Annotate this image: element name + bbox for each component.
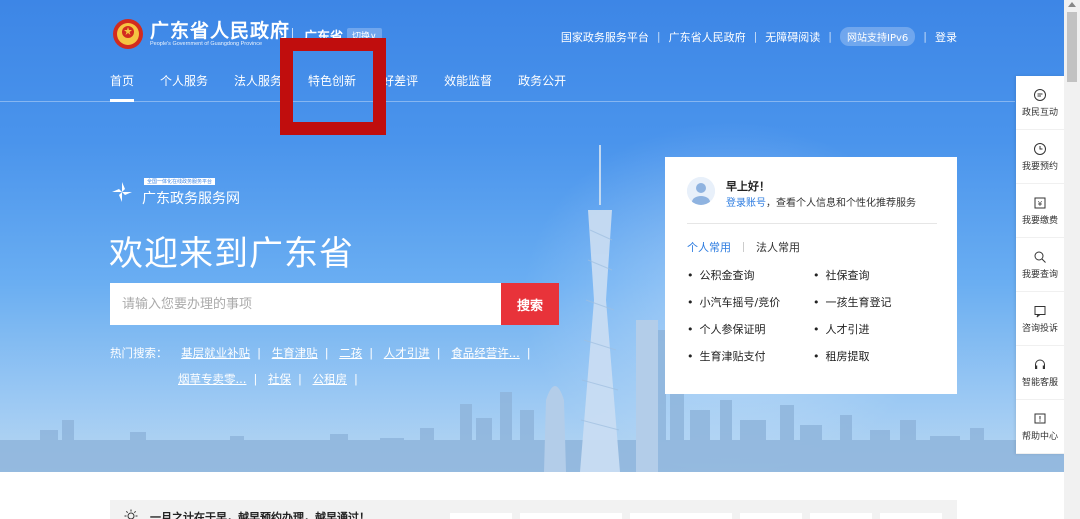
service-link[interactable]: 社保查询 <box>813 267 947 283</box>
login-prompt: 登录账号，查看个人信息和个性化推荐服务 <box>726 194 916 209</box>
login-account-link[interactable]: 登录账号 <box>726 198 766 209</box>
toplink-provincial-gov[interactable]: 广东省人民政府 <box>669 29 746 45</box>
floating-sidebar: 政民互动 我要预约 ¥ 我要缴费 我要查询 咨询投诉 智能客服 帮助中心 <box>1016 76 1064 454</box>
sidebar-item-label: 我要查询 <box>1021 269 1058 280</box>
toplink-national-platform[interactable]: 国家政务服务平台 <box>561 29 649 45</box>
service-link[interactable]: 小汽车摇号/竞价 <box>687 294 813 310</box>
sidebar-item-label: 咨询投诉 <box>1021 323 1058 334</box>
nav-item-corporate[interactable]: 法人服务 <box>234 72 282 89</box>
service-network-name: 广东政务服务网 <box>142 191 240 207</box>
notice-chip[interactable] <box>630 513 732 519</box>
sidebar-item-appointment[interactable]: 我要预约 <box>1016 130 1064 184</box>
welcome-heading: 欢迎来到广东省 <box>109 234 354 274</box>
search-input[interactable] <box>110 283 501 325</box>
nav-item-home[interactable]: 首页 <box>110 72 135 102</box>
greeting-text: 早上好！ <box>726 180 770 193</box>
site-title[interactable]: 广东省人民政府 <box>150 16 290 43</box>
nav-item-personal[interactable]: 个人服务 <box>160 72 208 89</box>
avatar-icon <box>687 177 715 205</box>
notice-text: 一月之计在于早，越早预约办理，越早通过！ <box>150 511 370 519</box>
scrollbar-thumb[interactable] <box>1067 12 1077 82</box>
service-link[interactable]: 公积金查询 <box>687 267 813 283</box>
service-network-logo-icon <box>112 182 132 202</box>
page-scrollbar[interactable] <box>1064 0 1080 519</box>
hot-keyword[interactable]: 生育津贴 <box>272 346 318 360</box>
service-link[interactable]: 生育津贴支付 <box>687 348 813 364</box>
notice-chip[interactable] <box>740 513 802 519</box>
hot-keyword[interactable]: 烟草专卖零... <box>178 372 246 386</box>
sidebar-item-query[interactable]: 我要查询 <box>1016 238 1064 292</box>
toplink-accessibility[interactable]: 无障碍阅读 <box>765 29 820 45</box>
hot-search-label: 热门搜索： <box>110 346 168 360</box>
sun-icon <box>124 509 138 519</box>
nav-divider <box>0 101 1015 102</box>
scroll-up-arrow-icon[interactable] <box>1068 2 1076 7</box>
sidebar-item-smart-service[interactable]: 智能客服 <box>1016 346 1064 400</box>
sidebar-item-label: 我要缴费 <box>1021 215 1058 226</box>
user-card: 早上好！ 登录账号，查看个人信息和个性化推荐服务 个人常用 法人常用 公积金查询… <box>665 157 957 394</box>
svg-text:¥: ¥ <box>1038 200 1043 208</box>
card-divider <box>687 223 937 224</box>
service-platform-badge: 全国一体化在线政务服务平台 <box>144 178 216 185</box>
notice-bar: 一月之计在于早，越早预约办理，越早通过！ <box>110 500 957 519</box>
nav-item-rating[interactable]: 好差评 <box>382 72 418 89</box>
help-icon <box>1034 413 1046 423</box>
service-link[interactable]: 租房提取 <box>813 348 947 364</box>
headset-icon <box>1035 359 1045 369</box>
service-link[interactable]: 一孩生育登记 <box>813 294 947 310</box>
search-icon <box>1034 251 1046 263</box>
service-link[interactable]: 人才引进 <box>813 321 947 337</box>
login-prompt-text: ，查看个人信息和个性化推荐服务 <box>766 198 916 209</box>
message-icon <box>1034 305 1046 317</box>
service-link[interactable]: 个人参保证明 <box>687 321 813 337</box>
chat-icon <box>1034 88 1046 101</box>
hot-keyword[interactable]: 二孩 <box>339 346 362 360</box>
ipv6-badge: 网站支持IPv6 <box>840 27 916 46</box>
sidebar-item-help[interactable]: 帮助中心 <box>1016 400 1064 454</box>
sidebar-item-label: 帮助中心 <box>1021 431 1058 442</box>
pay-icon: ¥ <box>1034 197 1046 208</box>
hot-search: 热门搜索： 基层就业补贴 | 生育津贴 | 二孩 | 人才引进 | 食品经营许... | … <box>110 346 531 386</box>
sidebar-item-label: 我要预约 <box>1021 161 1058 172</box>
tab-corporate-common[interactable]: 法人常用 <box>756 239 800 255</box>
sidebar-item-label: 政民互动 <box>1021 107 1058 118</box>
nav-item-public-affairs[interactable]: 政务公开 <box>518 72 566 89</box>
notice-chip[interactable] <box>810 513 872 519</box>
sidebar-item-interaction[interactable]: 政民互动 <box>1016 76 1064 130</box>
national-emblem-icon <box>113 19 143 49</box>
sidebar-item-complaint[interactable]: 咨询投诉 <box>1016 292 1064 346</box>
service-tabs: 个人常用 法人常用 <box>687 239 800 255</box>
sidebar-item-payment[interactable]: ¥ 我要缴费 <box>1016 184 1064 238</box>
hot-keyword[interactable]: 人才引进 <box>384 346 430 360</box>
hot-keyword[interactable]: 食品经营许... <box>451 346 519 360</box>
notice-chip[interactable] <box>880 513 942 519</box>
top-links: 国家政务服务平台 | 广东省人民政府 | 无障碍阅读 | 网站支持IPv6 | … <box>561 27 957 46</box>
tab-personal-common[interactable]: 个人常用 <box>687 239 731 255</box>
notice-chip[interactable] <box>450 513 512 519</box>
notice-chip[interactable] <box>520 513 622 519</box>
hot-keyword[interactable]: 公租房 <box>313 372 348 386</box>
clock-icon <box>1034 142 1046 155</box>
sidebar-item-label: 智能客服 <box>1021 377 1058 388</box>
highlight-box <box>280 38 386 135</box>
hot-keyword[interactable]: 社保 <box>268 372 291 386</box>
login-link[interactable]: 登录 <box>935 29 957 45</box>
nav-item-supervision[interactable]: 效能监督 <box>444 72 492 89</box>
search-button[interactable]: 搜索 <box>501 283 559 325</box>
hot-keyword[interactable]: 基层就业补贴 <box>181 346 250 360</box>
common-services-list: 公积金查询 社保查询 小汽车摇号/竞价 一孩生育登记 个人参保证明 人才引进 生… <box>687 267 947 364</box>
site-subtitle: People's Government of Guangdong Provinc… <box>150 41 263 47</box>
